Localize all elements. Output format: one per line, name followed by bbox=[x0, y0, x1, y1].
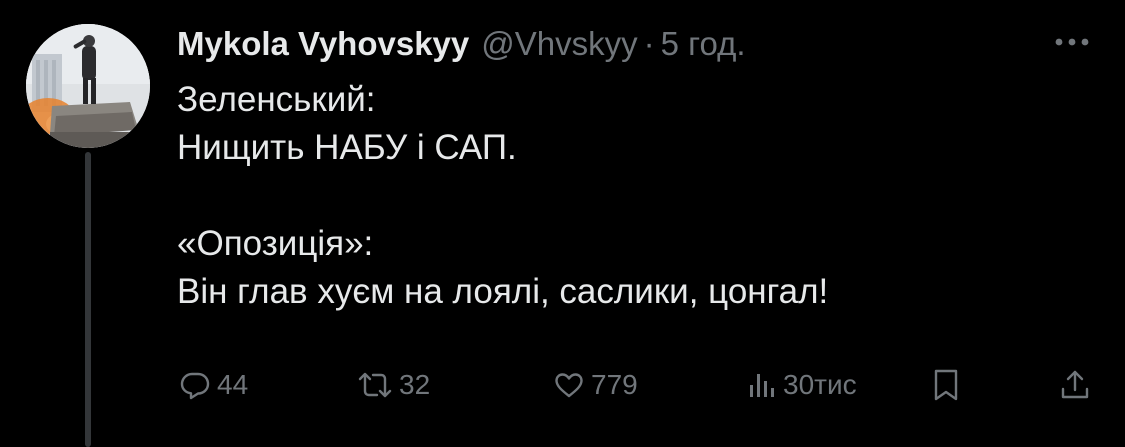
more-options-button[interactable] bbox=[1050, 26, 1094, 58]
like-button[interactable]: 779 bbox=[553, 362, 638, 408]
share-icon bbox=[1061, 370, 1089, 399]
header-separator: · bbox=[643, 25, 655, 62]
author-handle[interactable]: @Vhvskyy bbox=[481, 25, 637, 63]
reply-count: 44 bbox=[217, 369, 249, 400]
reply-button[interactable]: 44 bbox=[179, 362, 248, 408]
tweet-timestamp[interactable]: 5 год. bbox=[661, 25, 746, 63]
views-count: 30тис bbox=[783, 369, 857, 400]
share-button[interactable] bbox=[1059, 362, 1091, 408]
tweet-text-line bbox=[177, 172, 1077, 220]
thread-line bbox=[85, 152, 91, 447]
tweet-text-line: Він глав хуєм на лоялі, саслики, цонгал! bbox=[177, 272, 829, 311]
repost-button[interactable]: 32 bbox=[357, 362, 430, 408]
bookmark-button[interactable] bbox=[931, 362, 961, 408]
tweet-header: Mykola Vyhovskyy @Vhvskyy · 5 год. bbox=[177, 22, 746, 66]
heart-icon bbox=[555, 373, 583, 398]
tweet-actions: 44 32 779 30тис bbox=[175, 362, 1095, 408]
author-display-name[interactable]: Mykola Vyhovskyy bbox=[177, 25, 469, 63]
tweet-text-line: «Опозиція»: bbox=[177, 224, 374, 263]
tweet-text-line: Зеленський: bbox=[177, 80, 376, 119]
repost-icon bbox=[358, 372, 392, 398]
views-button[interactable]: 30тис bbox=[745, 362, 857, 408]
tweet-text: Зеленський: Нищить НАБУ і САП. «Опозиція… bbox=[177, 76, 1077, 316]
more-horizontal-icon bbox=[1055, 38, 1089, 46]
views-icon bbox=[750, 374, 774, 397]
avatar[interactable] bbox=[26, 24, 150, 148]
tweet[interactable]: Mykola Vyhovskyy @Vhvskyy · 5 год. Зелен… bbox=[0, 0, 1125, 447]
like-count: 779 bbox=[591, 369, 638, 400]
repost-count: 32 bbox=[399, 369, 431, 400]
tweet-text-line: Нищить НАБУ і САП. bbox=[177, 128, 517, 167]
bookmark-icon bbox=[934, 369, 958, 401]
reply-icon bbox=[180, 372, 210, 400]
